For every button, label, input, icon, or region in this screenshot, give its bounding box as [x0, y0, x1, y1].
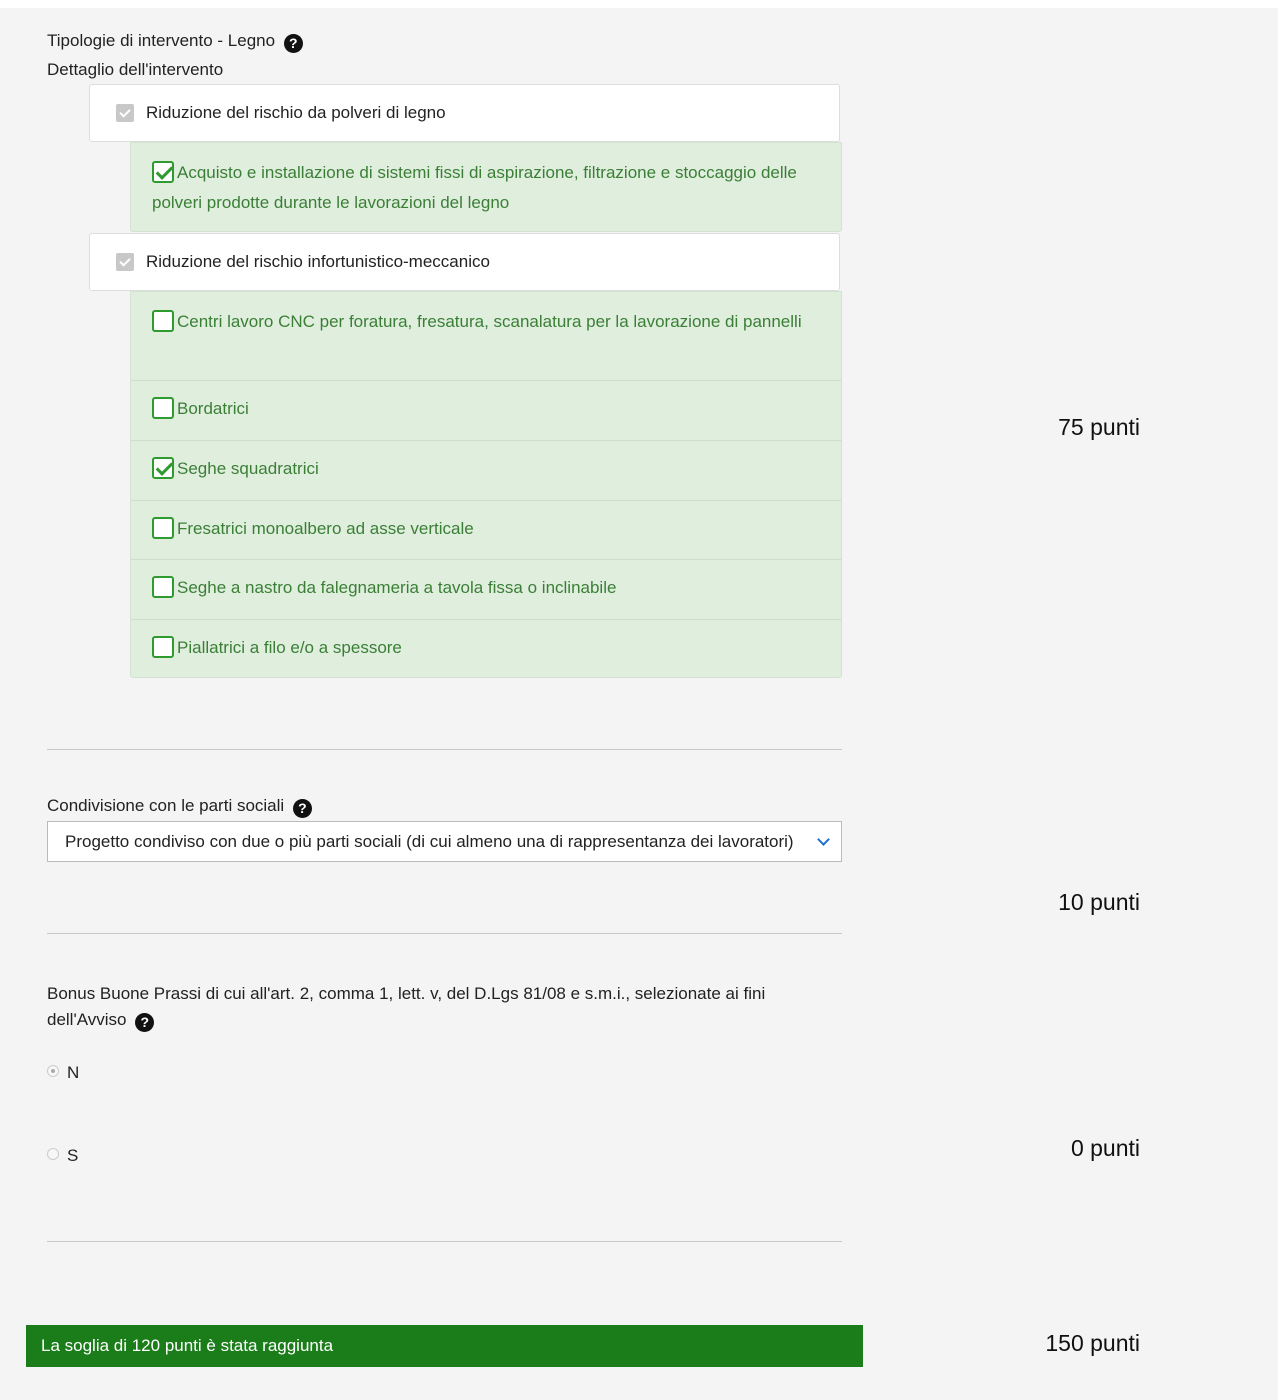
bonus-option-s-label: S: [67, 1146, 79, 1165]
item-checkbox[interactable]: [152, 576, 174, 598]
item-label: Seghe a nastro da falegnameria a tavola …: [177, 578, 617, 597]
condivisione-label: Condivisione con le parti sociali: [47, 796, 285, 815]
item-checkbox[interactable]: [152, 517, 174, 539]
divider: [47, 1241, 842, 1242]
item-label: Centri lavoro CNC per foratura, fresatur…: [177, 312, 802, 331]
list-item[interactable]: Bordatrici: [131, 381, 841, 441]
item-label: Bordatrici: [177, 399, 249, 418]
item-label: Fresatrici monoalbero ad asse verticale: [177, 519, 474, 538]
radio-s[interactable]: [47, 1148, 59, 1160]
condivisione-points: 10 punti: [1058, 889, 1140, 915]
total-points: 150 punti: [1045, 1330, 1140, 1356]
tipologie-title: Tipologie di intervento - Legno: [47, 31, 276, 50]
divider: [47, 749, 842, 750]
list-item[interactable]: Seghe a nastro da falegnameria a tavola …: [131, 560, 841, 620]
item-checkbox[interactable]: [152, 310, 174, 332]
item-label: Piallatrici a filo e/o a spessore: [177, 638, 402, 657]
group-polveri-items: Acquisto e installazione di sistemi fiss…: [130, 142, 842, 232]
list-item[interactable]: Piallatrici a filo e/o a spessore: [131, 620, 841, 677]
condivisione-selected-value: Progetto condiviso con due o più parti s…: [65, 832, 794, 851]
list-item[interactable]: Acquisto e installazione di sistemi fiss…: [131, 143, 841, 231]
radio-n[interactable]: [47, 1065, 59, 1077]
group-meccanico-label: Riduzione del rischio infortunistico-mec…: [146, 252, 490, 271]
threshold-banner: La soglia di 120 punti è stata raggiunta: [26, 1325, 863, 1367]
item-label: Acquisto e installazione di sistemi fiss…: [152, 163, 797, 212]
tipologie-title-row: Tipologie di intervento - Legno ?: [47, 31, 303, 53]
bonus-title-row: Bonus Buone Prassi di cui all'art. 2, co…: [47, 981, 847, 1033]
group-meccanico-checkbox[interactable]: [116, 253, 134, 271]
list-item[interactable]: Seghe squadratrici: [131, 441, 841, 501]
list-item[interactable]: Fresatrici monoalbero ad asse verticale: [131, 501, 841, 560]
condivisione-select[interactable]: Progetto condiviso con due o più parti s…: [47, 821, 842, 862]
condivisione-title-row: Condivisione con le parti sociali ?: [47, 796, 312, 818]
tipologie-points: 75 punti: [1058, 414, 1140, 440]
item-checkbox[interactable]: [152, 397, 174, 419]
group-meccanico-items: Centri lavoro CNC per foratura, fresatur…: [130, 291, 842, 678]
item-checkbox[interactable]: [152, 161, 174, 183]
group-polveri-label: Riduzione del rischio da polveri di legn…: [146, 103, 446, 122]
group-meccanico[interactable]: Riduzione del rischio infortunistico-mec…: [89, 233, 840, 291]
threshold-message: La soglia di 120 punti è stata raggiunta: [41, 1336, 334, 1355]
help-icon[interactable]: ?: [292, 799, 312, 818]
list-item[interactable]: Centri lavoro CNC per foratura, fresatur…: [131, 292, 841, 381]
divider: [47, 933, 842, 934]
item-checkbox[interactable]: [152, 636, 174, 658]
help-icon[interactable]: ?: [135, 1013, 155, 1032]
group-polveri-checkbox[interactable]: [116, 104, 134, 122]
group-polveri[interactable]: Riduzione del rischio da polveri di legn…: [89, 84, 840, 142]
bonus-option-s[interactable]: S: [47, 1146, 78, 1166]
bonus-points: 0 punti: [1070, 1135, 1140, 1161]
top-strip: [0, 0, 1278, 8]
bonus-option-n[interactable]: N: [47, 1063, 79, 1083]
bonus-option-n-label: N: [67, 1063, 80, 1082]
tipologie-subtitle: Dettaglio dell'intervento: [47, 60, 224, 79]
item-label: Seghe squadratrici: [177, 459, 319, 478]
bonus-label: Bonus Buone Prassi di cui all'art. 2, co…: [47, 984, 766, 1029]
item-checkbox[interactable]: [152, 457, 174, 479]
help-icon[interactable]: ?: [283, 34, 303, 53]
